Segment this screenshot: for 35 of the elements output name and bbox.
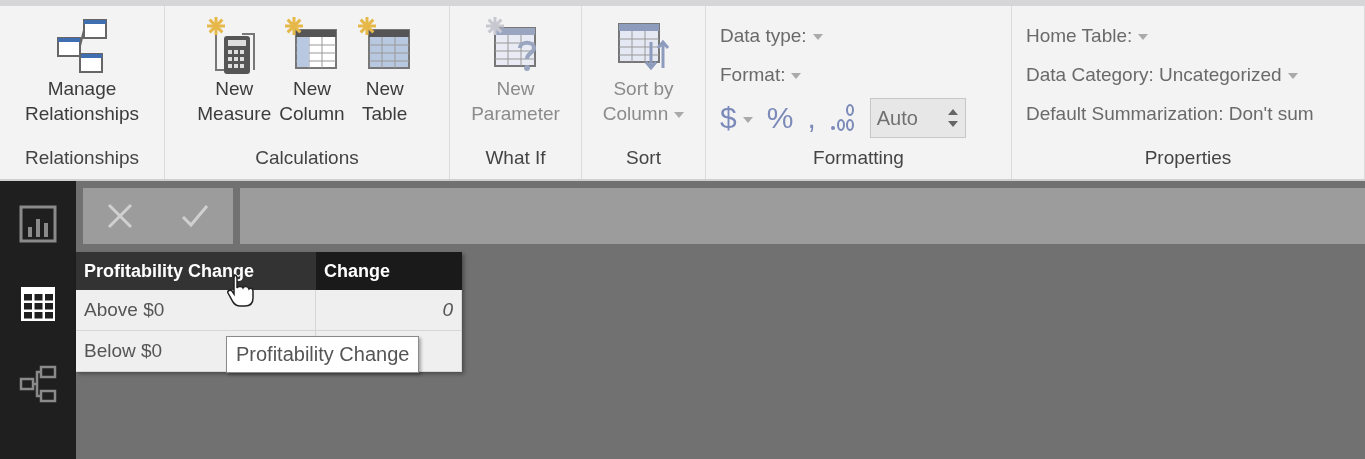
model-view-icon[interactable] (19, 365, 57, 403)
property-dropdown[interactable]: Data Category: Uncategorized (1026, 59, 1298, 90)
ribbon-button[interactable]: New Table (350, 12, 419, 141)
format-symbol-button[interactable]: $ (720, 100, 753, 136)
format-dropdown[interactable]: Format: (720, 59, 802, 90)
format-symbol-button[interactable]: , (807, 100, 816, 136)
decimal-places-icon[interactable] (829, 104, 856, 132)
checkmark-icon[interactable] (181, 204, 209, 228)
group-label: Calculations (254, 146, 360, 170)
caret-icon (812, 34, 823, 40)
group-label: Sort (625, 146, 662, 170)
group-label: What If (484, 146, 547, 170)
table-cell: 0 (316, 290, 462, 330)
decimal-places-field[interactable]: Auto (869, 98, 966, 138)
column-header[interactable]: Profitability Change (76, 252, 316, 290)
table-view-icon[interactable] (19, 285, 57, 323)
property-dropdown[interactable]: Home Table: (1026, 20, 1149, 51)
property-dropdown[interactable]: Default Summarization: Don't sum (1026, 98, 1314, 129)
caret-icon (791, 73, 802, 79)
caret-icon (1287, 73, 1298, 79)
tooltip: Profitability Change (226, 336, 420, 373)
column-header[interactable]: Change (316, 252, 462, 290)
caret-icon (674, 112, 685, 118)
formula-field[interactable] (240, 188, 1365, 244)
group-label: Relationships (23, 146, 141, 170)
report-view-icon[interactable] (19, 205, 57, 243)
group-label: Properties (1143, 146, 1233, 170)
ribbon-button[interactable]: New Measure (195, 12, 274, 141)
format-symbol-button[interactable]: % (766, 100, 794, 136)
ribbon-button[interactable]: New Column (277, 12, 347, 141)
caret-icon (1138, 34, 1149, 40)
format-dropdown[interactable]: Data type: (720, 20, 823, 51)
ribbon-button[interactable]: Manage Relationships (22, 12, 142, 141)
caret-icon (742, 117, 753, 124)
group-label: Formatting (812, 146, 905, 170)
